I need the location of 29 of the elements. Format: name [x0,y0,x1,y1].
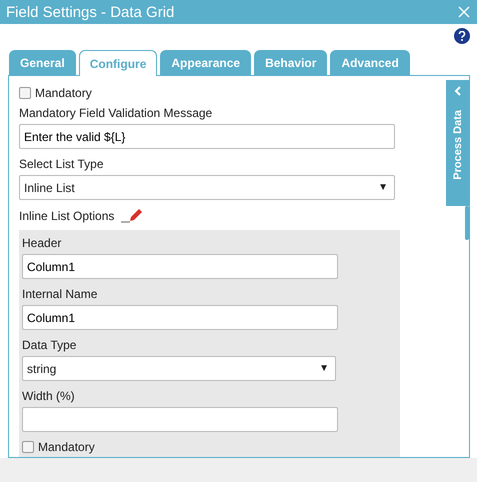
dropdown[interactable]: string ▼ [22,356,336,381]
field-label: Internal Name [22,287,98,301]
chevron-left-icon [454,86,462,96]
tab[interactable]: Advanced [330,50,410,75]
close-button[interactable] [457,5,471,19]
tab[interactable]: General [9,50,76,75]
tab[interactable]: Appearance [160,50,252,75]
scrollbar-thumb[interactable] [465,206,469,240]
field-label: Data Type [22,338,76,352]
input-field[interactable]: Column1 [22,305,338,330]
tab[interactable]: Behavior [254,50,328,75]
checkbox-label: Mandatory [38,440,95,454]
section-label: Inline List Options [19,209,114,223]
field-label: Mandatory Field Validation Message [19,106,212,120]
pencil-icon[interactable] [120,208,142,224]
input-field[interactable]: Column1 [22,254,338,279]
help-icon[interactable] [454,28,470,44]
input-field[interactable] [22,407,338,432]
field-label: Width (%) [22,389,75,403]
window-title: Field Settings - Data Grid [6,4,174,20]
checkbox[interactable] [22,441,34,453]
dropdown[interactable]: Inline List ▼ [19,175,395,200]
field-label: Select List Type [19,157,104,171]
checkbox[interactable] [19,87,31,99]
side-panel-tab[interactable]: Process Data [446,80,469,206]
field-label: Header [22,236,62,250]
tab[interactable]: Configure [78,50,158,76]
checkbox-label: Mandatory [35,86,92,100]
input-field[interactable]: Enter the valid ${L} [19,124,395,149]
